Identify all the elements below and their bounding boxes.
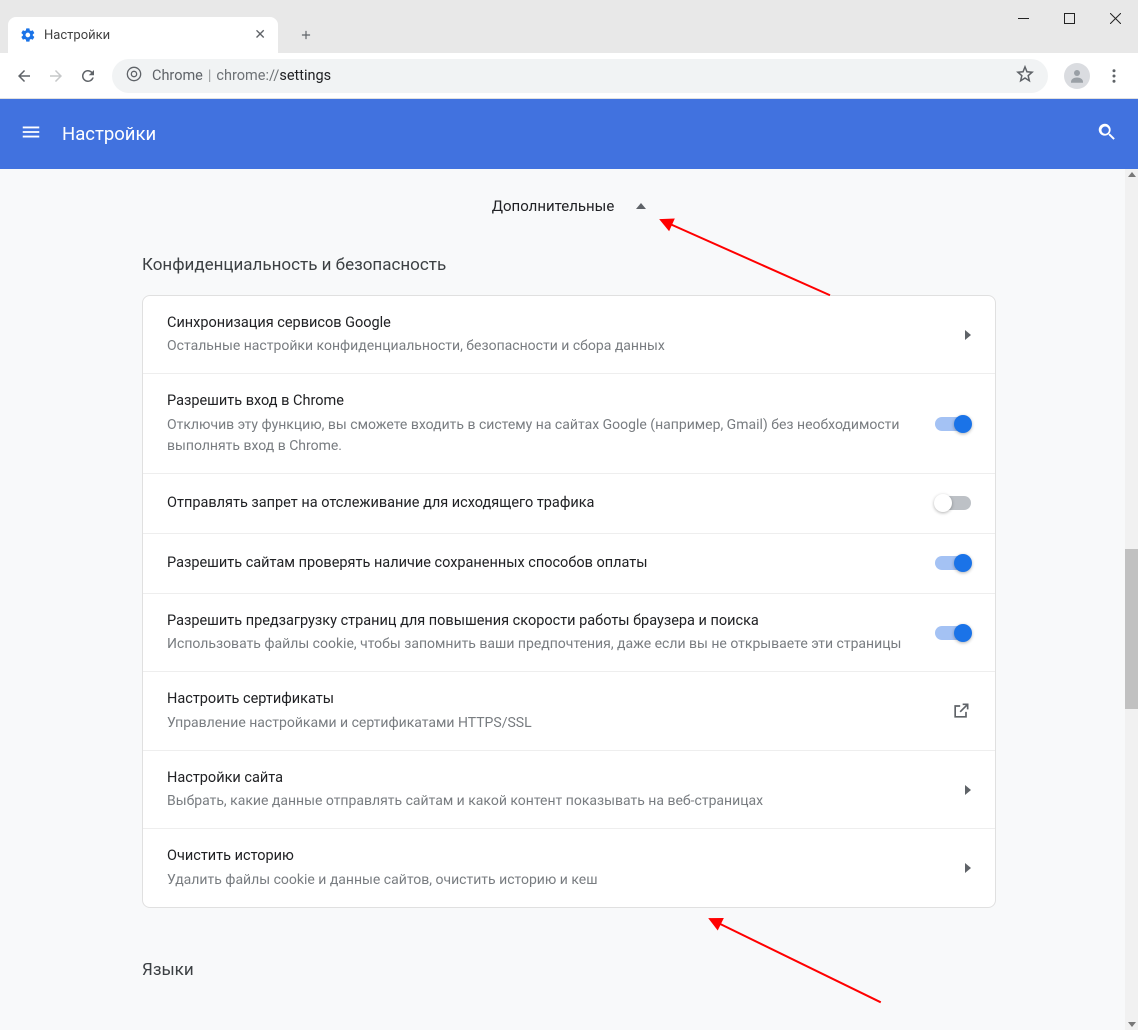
settings-row-5[interactable]: Настроить сертификаты Управление настройк…: [143, 672, 995, 750]
row-description: Отключив эту функцию, вы сможете входить…: [167, 415, 915, 457]
browser-toolbar: Chrome | chrome://settings: [0, 53, 1138, 99]
row-title: Отправлять запрет на отслеживание для ис…: [167, 492, 915, 514]
row-title: Разрешить предзагрузку страниц для повыш…: [167, 610, 915, 632]
external-link-icon: [951, 701, 971, 721]
new-tab-button[interactable]: [292, 21, 320, 49]
settings-row-2[interactable]: Отправлять запрет на отслеживание для ис…: [143, 474, 995, 534]
settings-header: Настройки: [0, 99, 1138, 169]
section-title-privacy: Конфиденциальность и безопасность: [142, 255, 996, 275]
toggle-switch[interactable]: [935, 626, 971, 640]
toggle-switch[interactable]: [935, 496, 971, 510]
profile-avatar[interactable]: [1064, 63, 1090, 89]
reload-button[interactable]: [72, 60, 104, 92]
privacy-card: Синхронизация сервисов GoogleОстальные н…: [142, 295, 996, 908]
browser-tab[interactable]: Настройки ✕: [8, 17, 278, 53]
row-title: Разрешить вход в Chrome: [167, 390, 915, 412]
bookmark-star-icon[interactable]: [1016, 65, 1034, 87]
omnibox-path-scheme: chrome://: [216, 67, 279, 84]
chevron-right-icon: [965, 863, 971, 873]
page-title: Настройки: [62, 123, 156, 145]
scrollbar-up-icon[interactable]: [1128, 172, 1136, 177]
omnibox-path-page: settings: [279, 67, 331, 84]
advanced-label: Дополнительные: [492, 197, 615, 215]
settings-row-0[interactable]: Синхронизация сервисов GoogleОстальные н…: [143, 296, 995, 374]
settings-row-3[interactable]: Разрешить сайтам проверять наличие сохра…: [143, 534, 995, 594]
row-description: Удалить файлы cookie и данные сайтов, оч…: [167, 870, 945, 891]
caret-up-icon: [636, 203, 646, 209]
toggle-switch[interactable]: [935, 417, 971, 431]
row-title: Очистить историю: [167, 845, 945, 867]
toggle-switch[interactable]: [935, 556, 971, 570]
tab-title: Настройки: [44, 28, 110, 43]
address-bar[interactable]: Chrome | chrome://settings: [112, 59, 1048, 93]
tab-close-icon[interactable]: ✕: [254, 27, 266, 43]
forward-button[interactable]: [40, 60, 72, 92]
row-description: Управление настройками и сертификатами H…: [167, 713, 931, 734]
omnibox-prefix: Chrome: [152, 67, 203, 84]
settings-row-1[interactable]: Разрешить вход в Chrome Отключив эту функ…: [143, 374, 995, 473]
window-titlebar: Настройки ✕: [0, 0, 1138, 53]
chevron-right-icon: [965, 330, 971, 340]
row-description: Использовать файлы cookie, чтобы запомни…: [167, 634, 915, 655]
browser-menu-button[interactable]: [1098, 60, 1130, 92]
page-scrollbar[interactable]: [1125, 169, 1138, 1030]
settings-content[interactable]: Дополнительные Конфиденциальность и безо…: [0, 169, 1138, 1030]
settings-row-7[interactable]: Очистить историю Удалить файлы cookie и д…: [143, 829, 995, 906]
advanced-toggle[interactable]: Дополнительные: [0, 197, 1138, 215]
settings-gear-icon: [20, 27, 36, 43]
back-button[interactable]: [8, 60, 40, 92]
row-description: Выбрать, какие данные отправлять сайтам …: [167, 791, 945, 812]
hamburger-menu-icon[interactable]: [20, 121, 44, 147]
window-close-button[interactable]: [1092, 0, 1138, 36]
search-icon[interactable]: [1096, 121, 1118, 147]
omnibox-separator: |: [208, 67, 212, 84]
row-title: Синхронизация сервисов Google: [167, 312, 945, 334]
row-title: Настроить сертификаты: [167, 688, 931, 710]
chrome-icon: [126, 66, 142, 86]
chevron-right-icon: [965, 785, 971, 795]
window-minimize-button[interactable]: [1000, 0, 1046, 36]
scrollbar-thumb[interactable]: [1125, 549, 1138, 709]
row-title: Разрешить сайтам проверять наличие сохра…: [167, 552, 915, 574]
row-description: Остальные настройки конфиденциальности, …: [167, 336, 945, 357]
scrollbar-down-icon[interactable]: [1128, 1022, 1136, 1027]
settings-row-4[interactable]: Разрешить предзагрузку страниц для повыш…: [143, 594, 995, 672]
row-title: Настройки сайта: [167, 767, 945, 789]
window-maximize-button[interactable]: [1046, 0, 1092, 36]
section-title-languages: Языки: [142, 960, 996, 982]
settings-row-6[interactable]: Настройки сайтаВыбрать, какие данные отп…: [143, 751, 995, 829]
